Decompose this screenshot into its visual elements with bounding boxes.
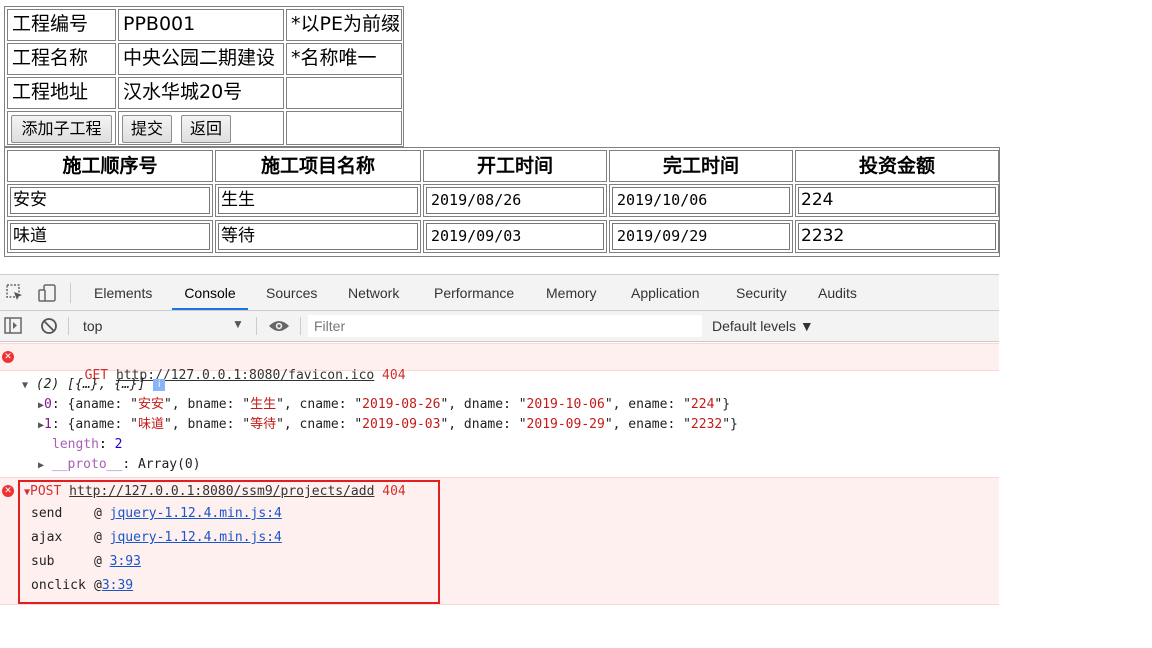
item-name-input[interactable]: 生生 <box>218 187 418 214</box>
back-button[interactable]: 返回 <box>181 115 231 143</box>
order-input[interactable]: 安安 <box>10 187 210 214</box>
toolbar-separator <box>68 317 69 335</box>
proto-value: Array(0) <box>137 457 201 472</box>
toolbar-separator <box>300 317 301 335</box>
end-date-input[interactable]: 2019/09/29 <box>612 223 790 250</box>
table-row: 2019/10/06 <box>609 184 793 217</box>
end-date-input[interactable]: 2019/10/06 <box>612 187 790 214</box>
tab-elements[interactable]: Elements <box>94 275 152 310</box>
item-cname: 2019-09-03 <box>362 417 441 432</box>
button-cell-2: 提交 返回 <box>118 111 284 145</box>
tab-memory[interactable]: Memory <box>546 275 597 310</box>
item-index: 0 <box>44 397 52 412</box>
eye-icon[interactable] <box>268 319 290 336</box>
project-name-note: *名称唯一 <box>286 43 402 75</box>
table-row: 2019/08/26 <box>423 184 607 217</box>
table-row: 安安 <box>7 184 213 217</box>
tab-application[interactable]: Application <box>631 275 700 310</box>
start-date-input[interactable]: 2019/08/26 <box>426 187 604 214</box>
item-ename: 2232 <box>690 417 723 432</box>
devtools-tab-bar: Elements Console Sources Network Perform… <box>0 275 999 311</box>
chevron-down-icon[interactable]: ▼ <box>232 317 244 331</box>
tab-security[interactable]: Security <box>736 275 787 310</box>
length-label: length <box>52 437 99 452</box>
table-row: 生生 <box>215 184 421 217</box>
table-row: 2019/09/29 <box>609 220 793 253</box>
get-status: 404 <box>382 368 406 383</box>
sidebar-toggle-icon[interactable] <box>4 317 22 337</box>
error-icon: ✕ <box>2 485 14 497</box>
start-date-input[interactable]: 2019/09/03 <box>426 223 604 250</box>
length-value: 2 <box>114 437 123 452</box>
project-address-note <box>286 77 402 109</box>
item-aname: 安安 <box>137 397 164 412</box>
highlight-box <box>18 480 440 604</box>
array-summary: (2) [{…}, {…}] <box>35 377 146 392</box>
project-form-table: 工程编号 PPB001 *以PE为前缀 工程名称 中央公园二期建设 *名称唯一 … <box>4 6 404 147</box>
tab-performance[interactable]: Performance <box>434 275 514 310</box>
item-ename: 224 <box>690 397 715 412</box>
item-aname: 味道 <box>137 417 164 432</box>
item-index: 1 <box>44 417 52 432</box>
tab-sources[interactable]: Sources <box>266 275 317 310</box>
project-id-value[interactable]: PPB001 <box>118 9 284 41</box>
header-item-name: 施工项目名称 <box>215 150 421 182</box>
array-length: length: 2 <box>52 437 123 452</box>
array-item-0[interactable]: ▶0: {aname: "安安", bname: "生生", cname: "2… <box>38 396 730 415</box>
array-proto[interactable]: ▶ __proto__: Array(0) <box>38 456 201 475</box>
project-address-label: 工程地址 <box>7 77 116 109</box>
table-row: 2232 <box>795 220 999 253</box>
submit-button[interactable]: 提交 <box>122 115 172 143</box>
console-error-get: ✕ GET http://127.0.0.1:8080/favicon.ico … <box>0 343 999 383</box>
proto-label: __proto__ <box>51 457 123 472</box>
table-row: 等待 <box>215 220 421 253</box>
error-icon: ✕ <box>2 351 14 363</box>
project-name-label: 工程名称 <box>7 43 116 75</box>
tab-network[interactable]: Network <box>348 275 399 310</box>
toolbar-separator <box>256 317 257 335</box>
table-row: 味道 <box>7 220 213 253</box>
item-cname: 2019-08-26 <box>362 397 441 412</box>
filter-input[interactable]: Filter <box>308 315 702 337</box>
table-row: 2019/09/03 <box>423 220 607 253</box>
inspect-element-icon[interactable] <box>6 284 24 306</box>
devtools-panel: Elements Console Sources Network Perform… <box>0 274 999 605</box>
item-dname: 2019-10-06 <box>526 397 605 412</box>
empty-cell <box>286 111 402 145</box>
tab-console[interactable]: Console <box>172 275 248 310</box>
table-row: 224 <box>795 184 999 217</box>
item-dname: 2019-09-29 <box>526 417 605 432</box>
console-toolbar: top ▼ Filter Default levels ▼ <box>0 311 999 342</box>
header-amount: 投资金额 <box>795 150 999 182</box>
amount-input[interactable]: 224 <box>798 187 996 214</box>
tab-separator <box>70 283 71 303</box>
amount-input[interactable]: 2232 <box>798 223 996 250</box>
tab-audits[interactable]: Audits <box>818 275 857 310</box>
header-start-date: 开工时间 <box>423 150 607 182</box>
project-address-value[interactable]: 汉水华城20号 <box>118 77 284 109</box>
item-name-input[interactable]: 等待 <box>218 223 418 250</box>
construction-items-table: 施工顺序号 施工项目名称 开工时间 完工时间 投资金额 安安 生生 2019/0… <box>4 147 1000 257</box>
order-input[interactable]: 味道 <box>10 223 210 250</box>
button-cell-1: 添加子工程 <box>7 111 116 145</box>
project-name-value[interactable]: 中央公园二期建设 <box>118 43 284 75</box>
info-icon: i <box>153 378 166 391</box>
clear-console-icon[interactable] <box>40 317 58 338</box>
header-order: 施工顺序号 <box>7 150 213 182</box>
item-bname: 等待 <box>250 417 277 432</box>
device-toolbar-icon[interactable] <box>37 283 57 307</box>
header-end-date: 完工时间 <box>609 150 793 182</box>
project-id-label: 工程编号 <box>7 9 116 41</box>
context-select[interactable]: top <box>83 318 102 334</box>
array-log-line[interactable]: ▼ (2) [{…}, {…}] i <box>22 376 166 395</box>
log-levels-dropdown[interactable]: Default levels ▼ <box>712 318 814 334</box>
add-subproject-button[interactable]: 添加子工程 <box>11 115 112 143</box>
array-item-1[interactable]: ▶1: {aname: "味道", bname: "等待", cname: "2… <box>38 416 738 435</box>
project-id-note: *以PE为前缀 <box>286 9 402 41</box>
item-bname: 生生 <box>250 397 277 412</box>
